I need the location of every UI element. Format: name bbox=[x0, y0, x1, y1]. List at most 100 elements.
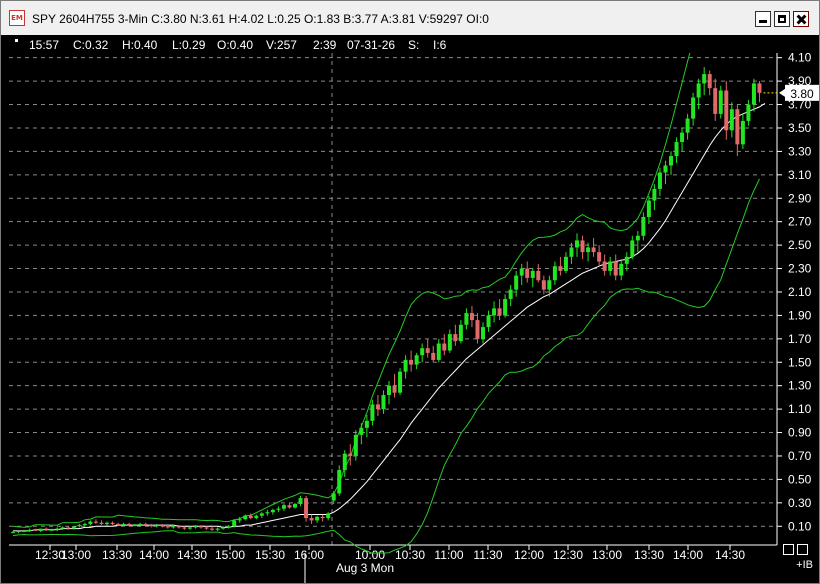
candle-body bbox=[77, 525, 82, 527]
candle-body bbox=[569, 247, 574, 257]
candle-body bbox=[519, 268, 524, 276]
candle-body bbox=[398, 371, 403, 393]
candle-body bbox=[66, 527, 71, 529]
candle-body bbox=[641, 217, 646, 236]
x-tick-label: 13:00 bbox=[61, 548, 91, 562]
x-tick-label: 15:00 bbox=[215, 548, 245, 562]
candle-body bbox=[127, 523, 132, 526]
close-button[interactable] bbox=[793, 11, 809, 27]
x-tick-label: 13:30 bbox=[102, 548, 132, 562]
x-tick-label: 11:00 bbox=[434, 548, 463, 562]
candle-body bbox=[586, 247, 591, 253]
y-tick-label: 1.70 bbox=[788, 332, 812, 346]
y-tick-label: 2.10 bbox=[788, 285, 812, 299]
candle-body bbox=[624, 256, 629, 264]
candle-body bbox=[646, 200, 651, 217]
candle-body bbox=[326, 513, 331, 519]
candle-body bbox=[210, 528, 215, 530]
y-tick-label: 0.90 bbox=[788, 426, 812, 440]
candle-body bbox=[315, 516, 320, 521]
candle-body bbox=[481, 327, 485, 339]
candle-body bbox=[132, 525, 137, 527]
y-tick-label: 2.50 bbox=[788, 238, 812, 252]
candle-body bbox=[514, 275, 519, 290]
candle-body bbox=[320, 516, 325, 519]
x-tick-label: 11:30 bbox=[473, 548, 502, 562]
candle-body bbox=[392, 385, 397, 393]
candle-body bbox=[232, 520, 237, 527]
candle-body bbox=[458, 324, 463, 342]
candle-body bbox=[740, 120, 745, 145]
candle-body bbox=[154, 525, 159, 527]
candle-body bbox=[425, 348, 430, 353]
candle-body bbox=[49, 529, 54, 531]
candle-body bbox=[375, 404, 380, 410]
x-tick-label: 10:00 bbox=[355, 548, 385, 562]
candle-body bbox=[71, 526, 76, 529]
ib-label: +IB bbox=[796, 559, 813, 571]
candle-body bbox=[105, 522, 109, 524]
split-view-icon[interactable] bbox=[783, 544, 794, 555]
single-view-icon[interactable] bbox=[797, 544, 808, 555]
info-open: O:0.40 bbox=[217, 38, 254, 52]
candle-body bbox=[691, 97, 696, 119]
candle-body bbox=[293, 504, 297, 508]
info-i: I:6 bbox=[433, 38, 447, 52]
title-bar[interactable]: EM SPY 2604H755 3-Min C:3.80 N:3.61 H:4.… bbox=[1, 1, 819, 35]
candle-body bbox=[541, 280, 546, 290]
candle-body bbox=[171, 526, 176, 528]
candle-body bbox=[608, 261, 613, 271]
info-high: H:0.40 bbox=[122, 38, 158, 52]
minimize-button[interactable] bbox=[755, 11, 771, 27]
candle-body bbox=[27, 529, 32, 531]
x-tick-label: 16:00 bbox=[294, 548, 324, 562]
candle-body bbox=[525, 268, 530, 278]
candle-body bbox=[497, 308, 502, 316]
candle-body bbox=[259, 513, 264, 516]
candle-body bbox=[669, 156, 673, 166]
candle-body bbox=[254, 515, 259, 519]
y-tick-label: 1.90 bbox=[788, 308, 812, 322]
view-controls: +IB bbox=[783, 544, 813, 574]
candle-body bbox=[82, 523, 87, 526]
candle-body bbox=[713, 88, 718, 114]
info-dot-icon bbox=[15, 39, 18, 42]
y-tick-label: 0.10 bbox=[788, 519, 812, 533]
candle-body bbox=[591, 247, 596, 253]
info-volume: V:257 bbox=[266, 38, 297, 52]
x-tick-label: 12:00 bbox=[514, 548, 544, 562]
candle-body bbox=[575, 240, 579, 248]
candle-body bbox=[55, 528, 60, 530]
candle-body bbox=[475, 320, 480, 339]
candle-body bbox=[199, 526, 203, 528]
info-elapsed: 2:39 bbox=[313, 38, 337, 52]
candle-body bbox=[552, 266, 557, 281]
candle-body bbox=[613, 261, 618, 276]
candle-body bbox=[453, 334, 458, 342]
candle-body bbox=[99, 522, 104, 524]
candle-body bbox=[685, 118, 690, 133]
candle-body bbox=[635, 235, 640, 241]
x-tick-label: 14:00 bbox=[139, 548, 169, 562]
candle-body bbox=[718, 90, 723, 114]
candle-body bbox=[707, 74, 712, 89]
candle-body bbox=[226, 526, 231, 528]
maximize-button[interactable] bbox=[774, 11, 790, 27]
candle-body bbox=[657, 172, 662, 189]
candle-body bbox=[348, 453, 353, 456]
candle-body bbox=[359, 427, 364, 435]
chart-app-icon[interactable]: EM bbox=[9, 10, 25, 26]
price-chart[interactable]: 4.103.903.703.503.303.102.902.702.502.30… bbox=[1, 53, 819, 583]
candle-body bbox=[414, 355, 419, 365]
candle-body bbox=[403, 359, 408, 372]
y-tick-label: 0.30 bbox=[788, 496, 812, 510]
candle-body bbox=[270, 509, 275, 513]
info-time: 15:57 bbox=[29, 38, 60, 52]
candle-body bbox=[735, 109, 740, 145]
candle-body bbox=[165, 526, 170, 528]
candle-body bbox=[60, 527, 65, 529]
candle-body bbox=[508, 289, 513, 299]
y-tick-label: 0.50 bbox=[788, 472, 812, 486]
candle-body bbox=[11, 532, 15, 534]
candle-body bbox=[149, 525, 154, 527]
